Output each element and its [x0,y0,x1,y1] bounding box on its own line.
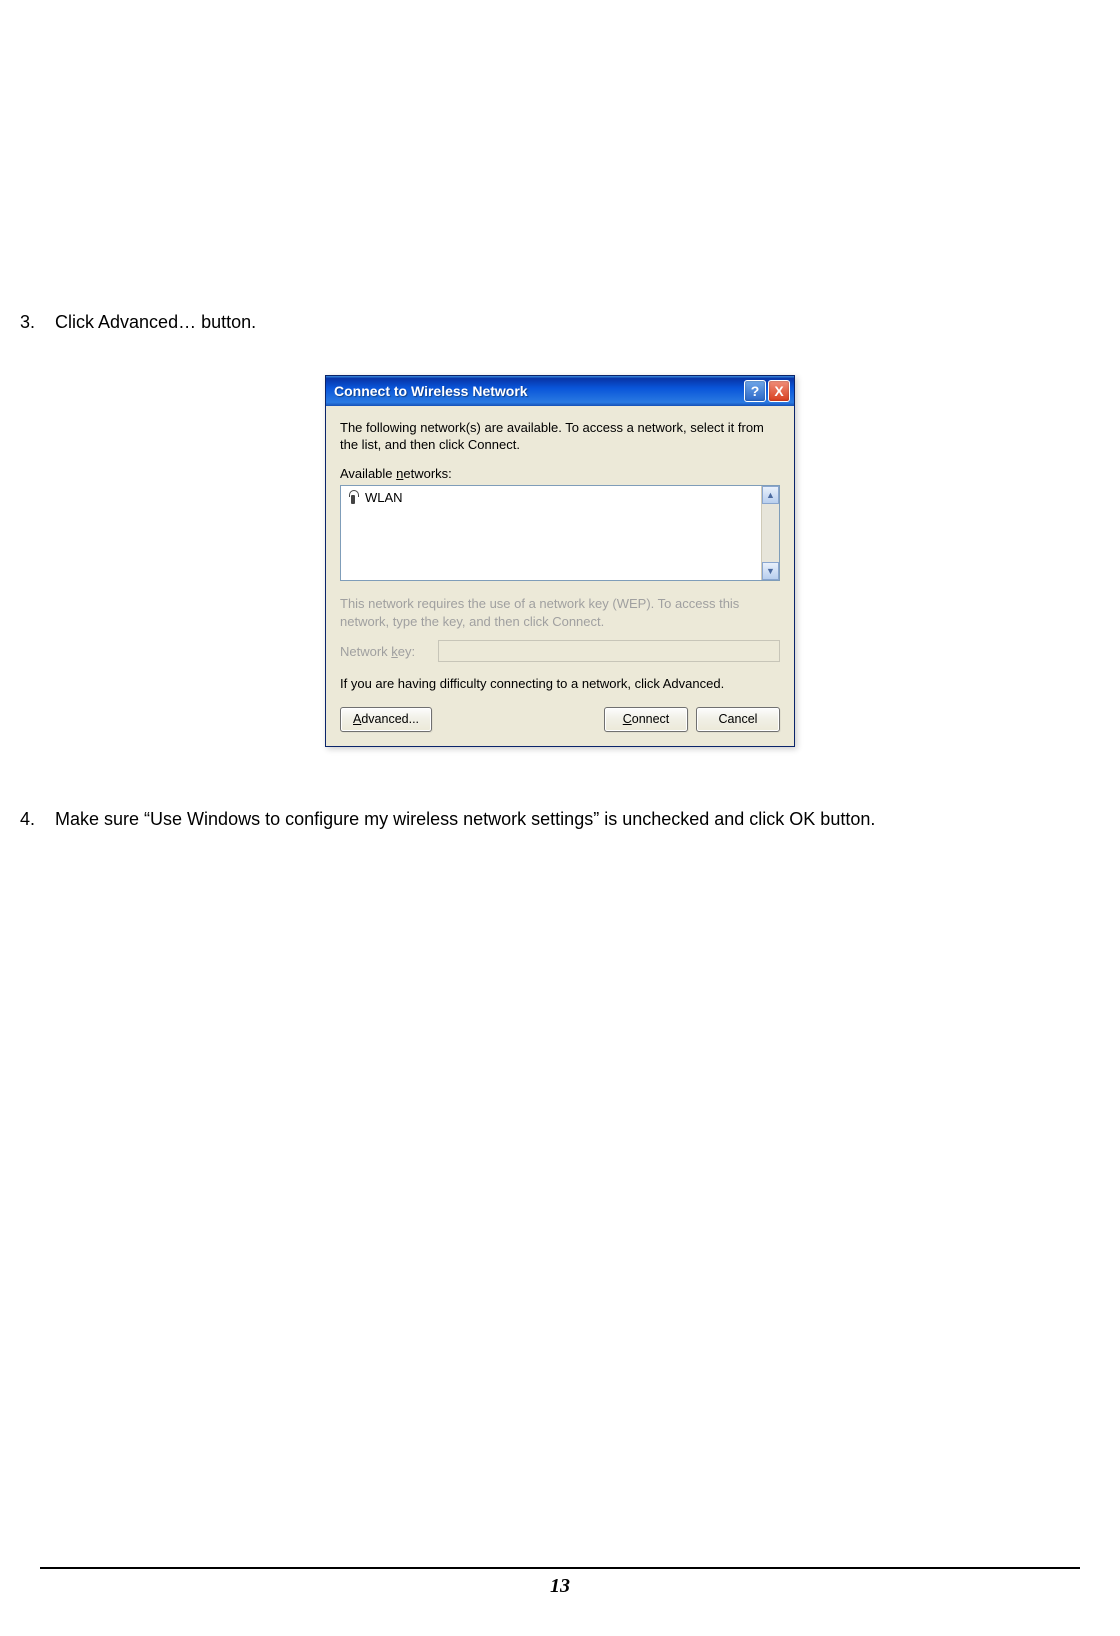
dialog-titlebar[interactable]: Connect to Wireless Network ? X [326,376,794,406]
cancel-button[interactable]: Cancel [696,707,780,732]
scroll-up-button[interactable]: ▲ [762,486,779,504]
close-icon: X [774,383,783,399]
available-networks-label: Available networks: [340,466,780,481]
step-3-text: Click Advanced… button. [55,312,256,332]
chevron-down-icon: ▼ [766,566,775,576]
network-name: WLAN [365,490,403,505]
step-4: 4. Make sure “Use Windows to configure m… [20,807,1100,832]
step-3: 3. Click Advanced… button. [20,310,1100,335]
dialog-screenshot: Connect to Wireless Network ? X The foll… [20,375,1100,747]
advanced-button[interactable]: Advanced... [340,707,432,732]
step-4-text: Make sure “Use Windows to configure my w… [55,809,875,829]
network-key-label: Network key: [340,644,430,659]
list-item[interactable]: WLAN [347,490,755,505]
available-networks-listbox[interactable]: WLAN ▲ ▼ [340,485,780,581]
connect-button[interactable]: Connect [604,707,688,732]
page-footer: 13 [0,1567,1120,1598]
network-key-input [438,640,780,662]
difficulty-text: If you are having difficulty connecting … [340,676,780,693]
help-icon: ? [751,383,760,399]
listbox-scrollbar[interactable]: ▲ ▼ [761,486,779,580]
step-3-number: 3. [20,310,50,335]
scroll-down-button[interactable]: ▼ [762,562,779,580]
page-number: 13 [0,1575,1120,1598]
wifi-icon [347,490,359,504]
wep-note-text: This network requires the use of a netwo… [340,595,780,630]
chevron-up-icon: ▲ [766,490,775,500]
dialog-intro-text: The following network(s) are available. … [340,420,780,454]
close-button[interactable]: X [768,380,790,402]
scroll-track[interactable] [762,504,779,562]
help-button[interactable]: ? [744,380,766,402]
dialog-title: Connect to Wireless Network [334,383,742,399]
step-4-number: 4. [20,807,50,832]
connect-wireless-dialog: Connect to Wireless Network ? X The foll… [325,375,795,747]
footer-divider [40,1567,1080,1569]
